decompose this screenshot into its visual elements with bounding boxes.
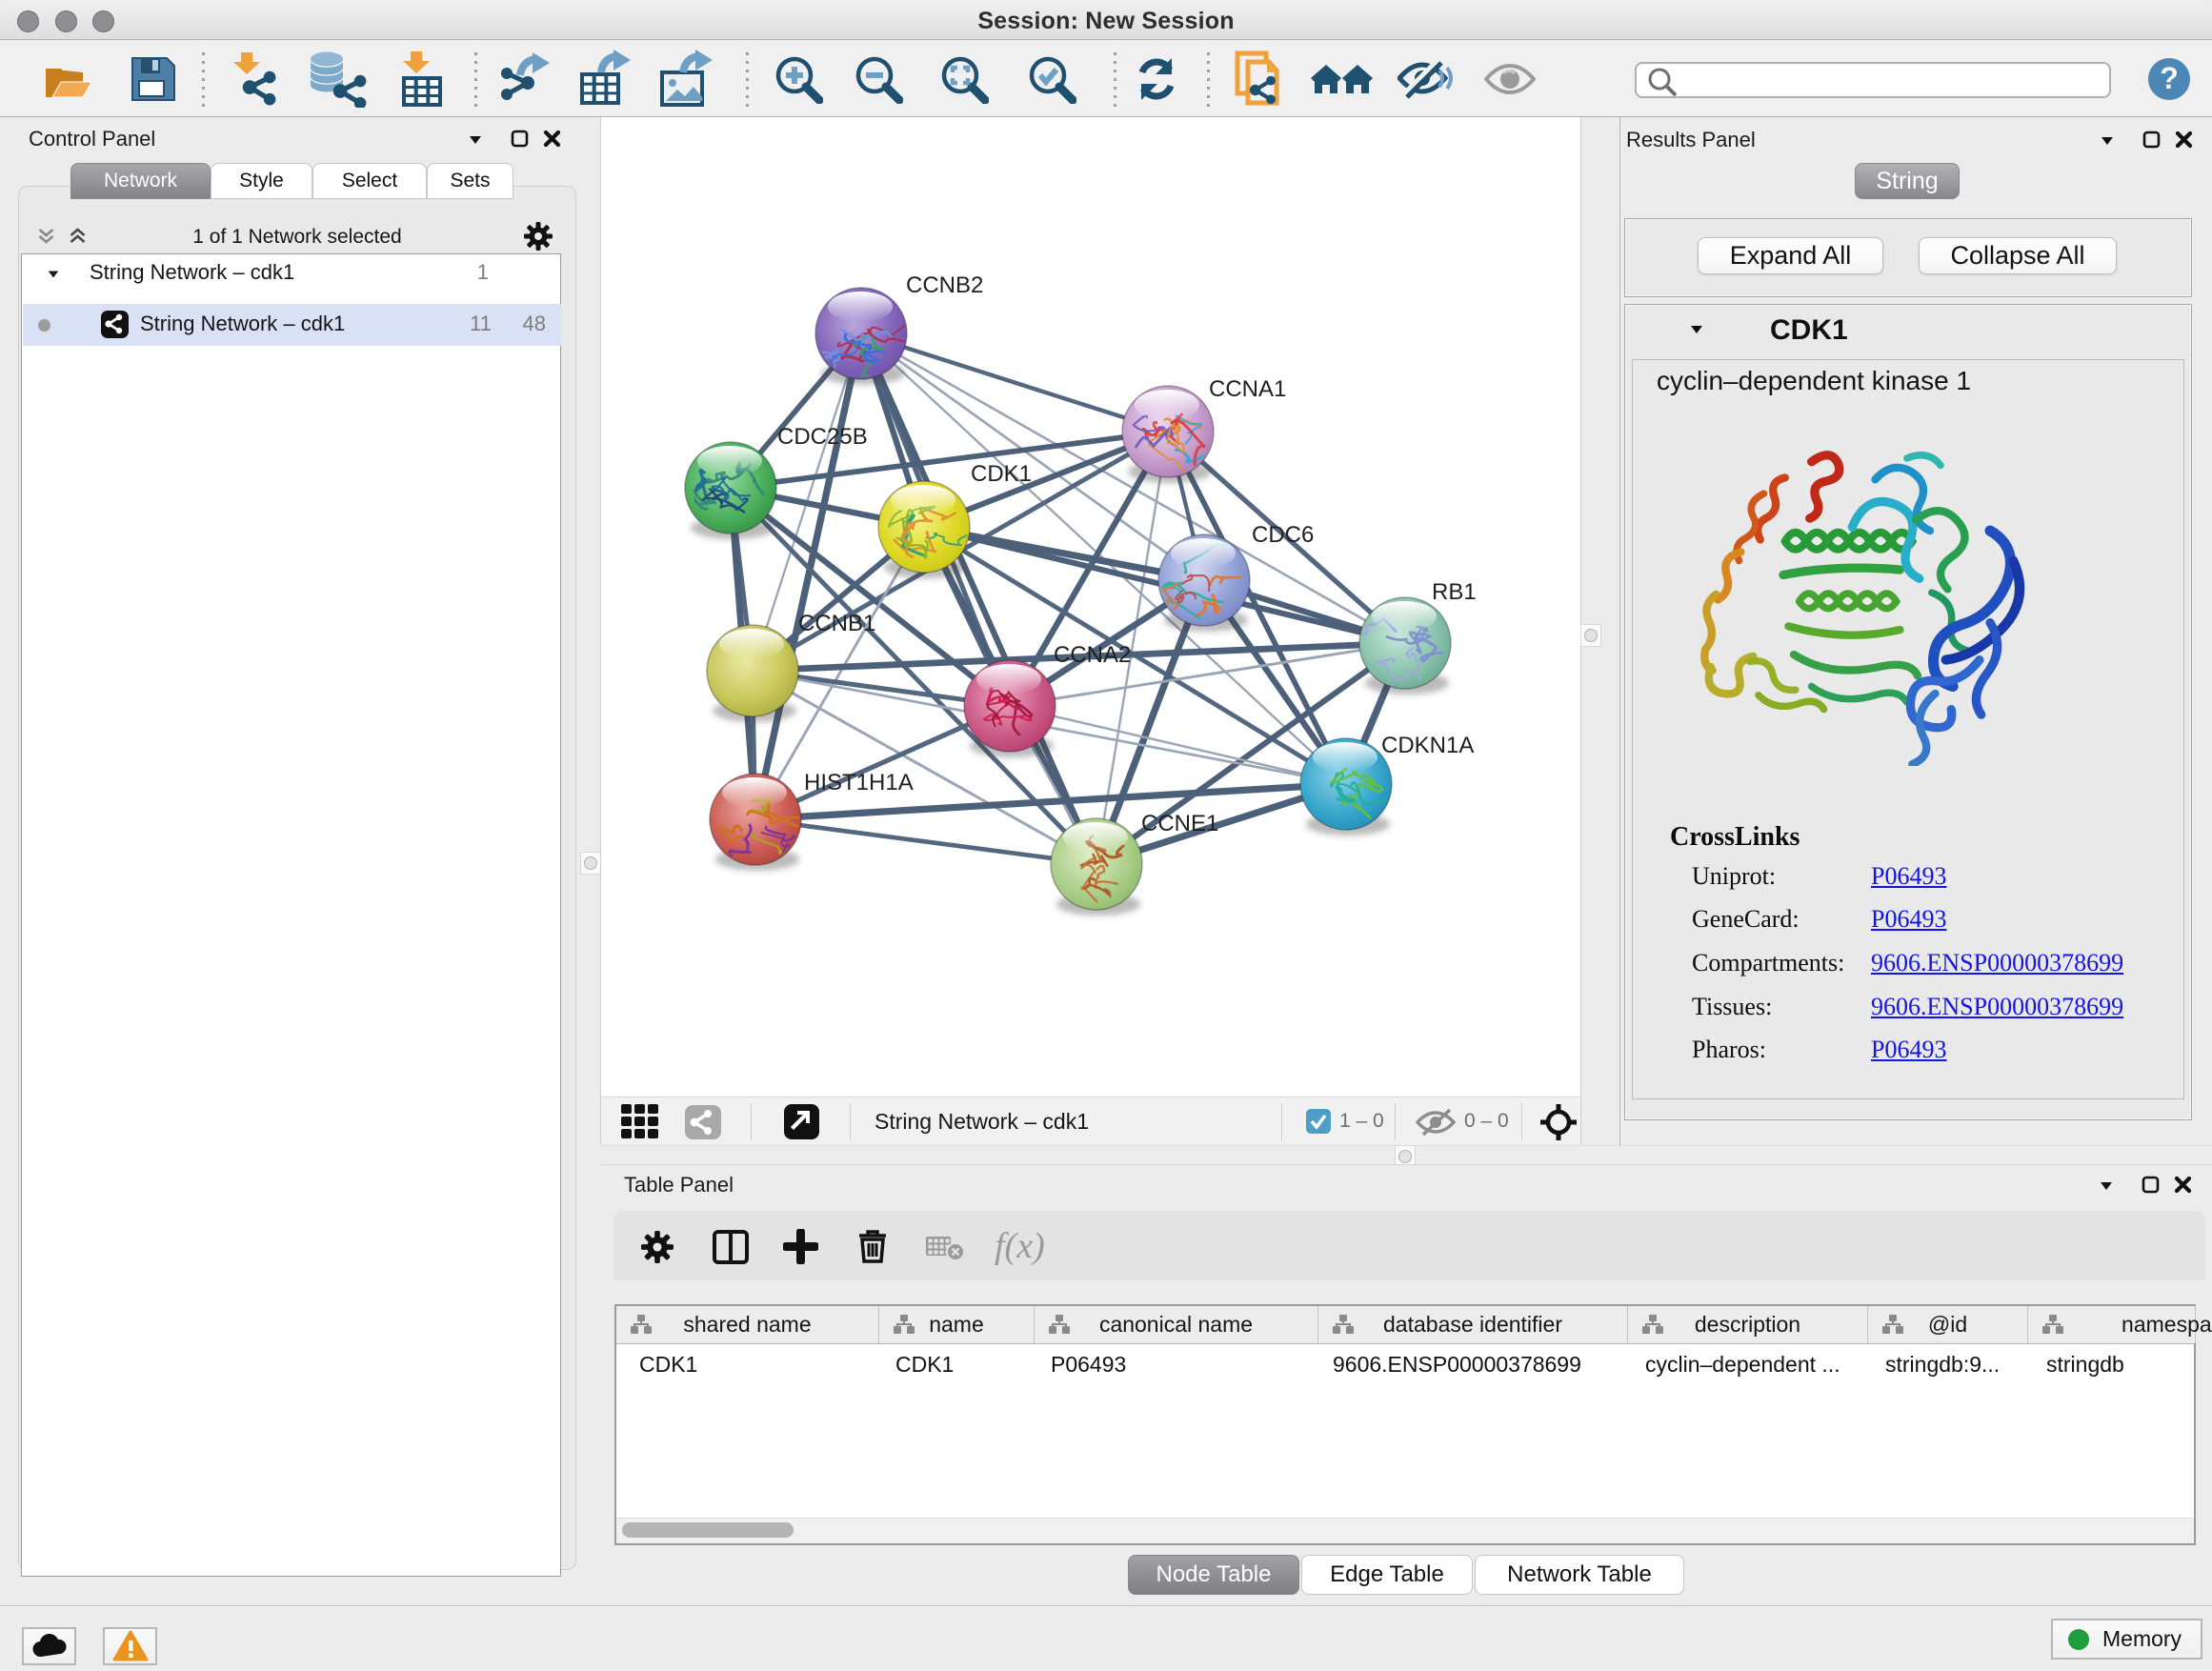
- svg-text:CCNA1: CCNA1: [1209, 376, 1286, 402]
- svg-text:?: ?: [2160, 61, 2179, 95]
- svg-text:CCNB2: CCNB2: [906, 272, 983, 298]
- svg-text:CCNA2: CCNA2: [1054, 642, 1131, 668]
- svg-text:RB1: RB1: [1432, 579, 1477, 605]
- svg-text:CDC25B: CDC25B: [777, 424, 868, 450]
- svg-text:CDK1: CDK1: [971, 461, 1032, 487]
- svg-text:CDKN1A: CDKN1A: [1381, 733, 1474, 758]
- svg-text:CDC6: CDC6: [1252, 522, 1314, 548]
- svg-text:CCNE1: CCNE1: [1141, 811, 1218, 836]
- svg-text:HIST1H1A: HIST1H1A: [804, 770, 914, 795]
- svg-text:CCNB1: CCNB1: [798, 611, 875, 636]
